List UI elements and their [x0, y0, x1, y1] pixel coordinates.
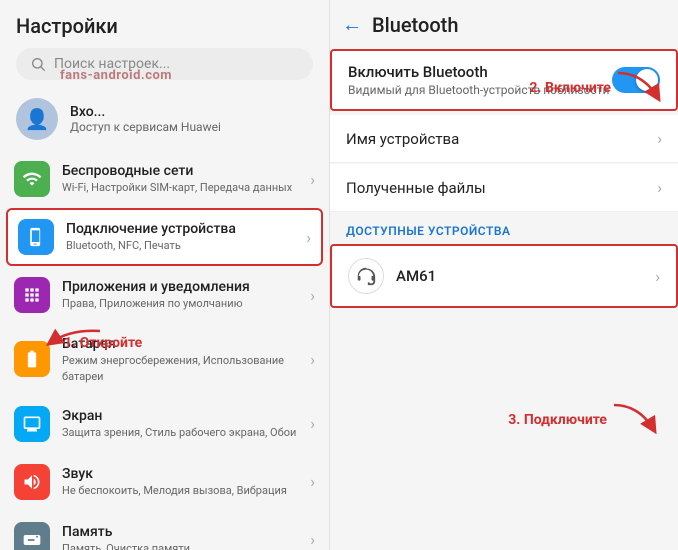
wireless-text: Беспроводные сети Wi-Fi, Настройки SIM-к… — [62, 162, 298, 196]
sidebar-item-devices[interactable]: Подключение устройства Bluetooth, NFC, П… — [6, 208, 323, 266]
settings-title: Настройки — [16, 14, 313, 38]
screen-chevron: › — [310, 414, 315, 433]
avatar: 👤 — [16, 98, 58, 140]
device-row-chevron: › — [655, 267, 660, 286]
screen-text: Экран Защита зрения, Стиль рабочего экра… — [62, 407, 298, 441]
left-panel: Настройки Поиск настроек... 👤 Вхо... Дос… — [0, 0, 330, 550]
right-header: ← Bluetooth — [330, 0, 678, 45]
apps-text: Приложения и уведомления Права, Приложен… — [62, 278, 298, 312]
wireless-sub: Wi-Fi, Настройки SIM-карт, Передача данн… — [62, 180, 298, 195]
battery-sub: Режим энергосбережения, Использование ба… — [62, 353, 298, 384]
received-files-label: Полученные файлы — [346, 179, 486, 197]
devices-label: Подключение устройства — [66, 220, 294, 238]
available-devices-header: ДОСТУПНЫЕ УСТРОЙСТВА — [330, 212, 678, 244]
available-device-row[interactable]: AM61 › — [330, 244, 678, 308]
devices-chevron: › — [306, 228, 311, 247]
apps-sub: Права, Приложения по умолчанию — [62, 296, 298, 311]
device-name-am61: AM61 — [396, 267, 436, 285]
storage-chevron: › — [310, 530, 315, 549]
storage-icon-box — [14, 522, 50, 550]
bluetooth-toggle-switch[interactable] — [612, 67, 660, 93]
sound-label: Звук — [62, 465, 298, 483]
right-content: Включить Bluetooth Видимый для Bluetooth… — [330, 45, 678, 550]
storage-text: Память Память, Очистка памяти — [62, 523, 298, 550]
device-row-left: AM61 — [348, 258, 436, 294]
received-files-row[interactable]: Полученные файлы › — [330, 164, 678, 212]
sidebar-item-wireless[interactable]: Беспроводные сети Wi-Fi, Настройки SIM-к… — [0, 150, 329, 208]
devices-sub: Bluetooth, NFC, Печать — [66, 238, 294, 253]
toggle-knob — [636, 69, 658, 91]
search-placeholder: Поиск настроек... — [54, 56, 170, 72]
bluetooth-title: Bluetooth — [372, 13, 458, 37]
profile-name: Вхо... — [70, 104, 221, 120]
device-name-chevron: › — [657, 129, 662, 148]
left-header: Настройки Поиск настроек... — [0, 0, 329, 88]
devices-text: Подключение устройства Bluetooth, NFC, П… — [66, 220, 294, 254]
storage-label: Память — [62, 523, 298, 541]
sidebar-item-apps[interactable]: Приложения и уведомления Права, Приложен… — [0, 266, 329, 324]
bluetooth-toggle-left: Включить Bluetooth Видимый для Bluetooth… — [348, 63, 609, 97]
right-panel: ← Bluetooth Включить Bluetooth Видимый д… — [330, 0, 678, 550]
wifi-icon-box — [14, 161, 50, 197]
wireless-chevron: › — [310, 170, 315, 189]
battery-chevron: › — [310, 350, 315, 369]
search-bar[interactable]: Поиск настроек... — [16, 48, 313, 80]
storage-sub: Память, Очистка памяти — [62, 541, 298, 550]
sidebar-item-sound[interactable]: Звук Не беспокоить, Мелодия вызова, Вибр… — [0, 453, 329, 511]
wireless-label: Беспроводные сети — [62, 162, 298, 180]
apps-label: Приложения и уведомления — [62, 278, 298, 296]
sidebar-item-screen[interactable]: Экран Защита зрения, Стиль рабочего экра… — [0, 395, 329, 453]
menu-list: Беспроводные сети Wi-Fi, Настройки SIM-к… — [0, 150, 329, 550]
apps-icon-box — [14, 277, 50, 313]
apps-chevron: › — [310, 286, 315, 305]
device-icon-box — [18, 219, 54, 255]
profile-row[interactable]: 👤 Вхо... Доступ к сервисам Huawei — [0, 88, 329, 150]
device-name-label: Имя устройства — [346, 130, 459, 148]
profile-sub: Доступ к сервисам Huawei — [70, 120, 221, 134]
sound-icon-box — [14, 464, 50, 500]
bluetooth-toggle-section: Включить Bluetooth Видимый для Bluetooth… — [330, 49, 678, 111]
search-icon — [30, 56, 46, 72]
sound-sub: Не беспокоить, Мелодия вызова, Вибрация — [62, 483, 298, 498]
screen-sub: Защита зрения, Стиль рабочего экрана, Об… — [62, 425, 298, 440]
profile-text: Вхо... Доступ к сервисам Huawei — [70, 104, 221, 134]
headphone-icon-box — [348, 258, 384, 294]
received-files-chevron: › — [657, 178, 662, 197]
battery-text: Батарея Режим энергосбережения, Использо… — [62, 335, 298, 384]
battery-icon-box — [14, 341, 50, 377]
screen-icon-box — [14, 406, 50, 442]
sidebar-item-battery[interactable]: Батарея Режим энергосбережения, Использо… — [0, 324, 329, 395]
sound-text: Звук Не беспокоить, Мелодия вызова, Вибр… — [62, 465, 298, 499]
bluetooth-toggle-sub: Видимый для Bluetooth-устройств поблизос… — [348, 83, 609, 97]
sound-chevron: › — [310, 472, 315, 491]
sidebar-item-storage[interactable]: Память Память, Очистка памяти › — [0, 511, 329, 550]
battery-label: Батарея — [62, 335, 298, 353]
screen-label: Экран — [62, 407, 298, 425]
bluetooth-toggle-label: Включить Bluetooth — [348, 63, 609, 81]
device-name-row[interactable]: Имя устройства › — [330, 115, 678, 163]
back-button[interactable]: ← — [342, 12, 362, 37]
bluetooth-toggle-row[interactable]: Включить Bluetooth Видимый для Bluetooth… — [332, 51, 676, 109]
